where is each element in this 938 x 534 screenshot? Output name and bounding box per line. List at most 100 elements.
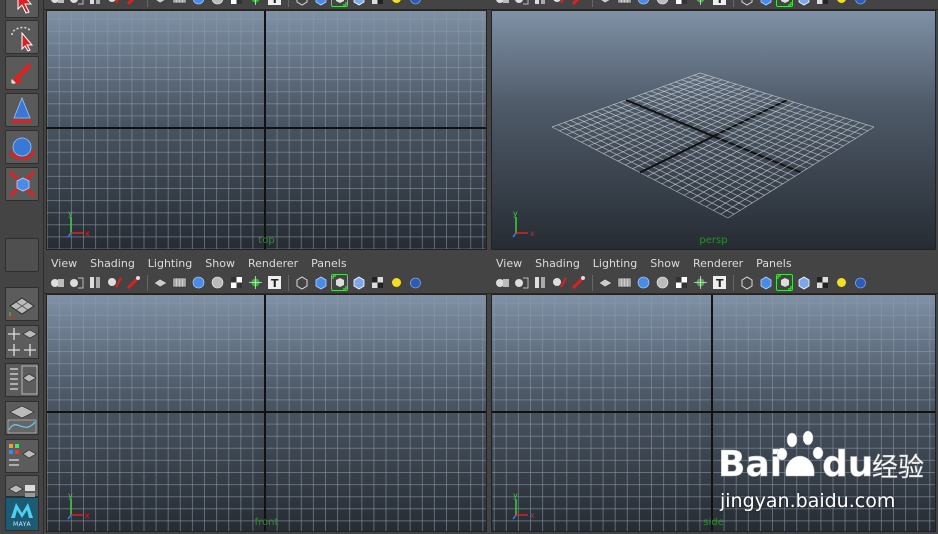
xray-cube-button[interactable] [350,274,367,291]
wireframe-cube-button[interactable] [738,0,755,7]
film-gate-button[interactable] [616,0,633,7]
checker-ball-button[interactable] [369,274,386,291]
default-light-button[interactable] [833,274,850,291]
wireframe-sphere-button[interactable] [654,0,671,7]
texture-checker-button[interactable] [673,0,690,7]
camera-button[interactable] [49,274,66,291]
menu-panels[interactable]: Panels [311,257,346,270]
shaded-sphere-button[interactable] [190,274,207,291]
menu-show[interactable]: Show [650,257,680,270]
wireframe-cube-button[interactable] [738,274,755,291]
checker-ball-button[interactable] [814,274,831,291]
image-plane-button[interactable] [551,0,568,7]
graph-editor-layout-button[interactable] [5,401,39,435]
smooth-shade-cube-button[interactable] [312,0,329,7]
menu-shading[interactable]: Shading [90,257,135,270]
grid-toggle-button[interactable] [597,274,614,291]
default-light-button[interactable] [388,0,405,7]
lights-button[interactable] [692,274,709,291]
single-perspective-layout-button[interactable] [5,287,39,321]
wireframe-cube-button[interactable] [293,274,310,291]
grid-toggle-button[interactable] [597,0,614,7]
menu-view[interactable]: View [496,257,522,270]
text-button[interactable]: T [711,274,728,291]
lights-button[interactable] [247,274,264,291]
high-quality-button[interactable] [407,274,424,291]
scale-tool-button[interactable] [5,167,39,201]
menu-renderer[interactable]: Renderer [693,257,743,270]
bookmark-button[interactable] [532,0,549,7]
image-plane-button[interactable] [106,0,123,7]
high-quality-button[interactable] [852,0,869,7]
hypershade-layout-button[interactable] [5,439,39,473]
lights-button[interactable] [247,0,264,7]
two-d-pan-button[interactable] [570,274,587,291]
camera-attributes-button[interactable] [68,0,85,7]
camera-attributes-button[interactable] [68,274,85,291]
shaded-sphere-button[interactable] [635,274,652,291]
menu-lighting[interactable]: Lighting [593,257,637,270]
film-gate-button[interactable] [616,274,633,291]
viewport-front[interactable]: y x front [46,294,487,532]
text-button[interactable]: T [711,0,728,7]
two-d-pan-button[interactable] [125,274,142,291]
checker-ball-button[interactable] [369,0,386,7]
xray-cube-button[interactable] [795,0,812,7]
smooth-shade-cube-button[interactable] [757,274,774,291]
viewport-persp[interactable]: y x persp [491,10,936,250]
film-gate-button[interactable] [171,274,188,291]
move-tool-button[interactable] [5,93,39,127]
viewport-top[interactable]: y x top [46,10,487,250]
camera-button[interactable] [49,0,66,7]
render-view-layout-button[interactable] [5,475,39,499]
lights-button[interactable] [692,0,709,7]
grid-toggle-button[interactable] [152,0,169,7]
two-d-pan-button[interactable] [125,0,142,7]
isolate-select-button[interactable] [776,274,793,291]
checker-ball-button[interactable] [814,0,831,7]
menu-shading[interactable]: Shading [535,257,580,270]
texture-checker-button[interactable] [228,0,245,7]
wireframe-cube-button[interactable] [293,0,310,7]
image-plane-button[interactable] [106,274,123,291]
lasso-tool-button[interactable] [5,20,39,54]
camera-attributes-button[interactable] [513,274,530,291]
isolate-select-button[interactable] [331,274,348,291]
wireframe-sphere-button[interactable] [209,0,226,7]
shaded-sphere-button[interactable] [190,0,207,7]
four-view-layout-button[interactable] [5,325,39,359]
texture-checker-button[interactable] [673,274,690,291]
default-light-button[interactable] [388,274,405,291]
isolate-select-button[interactable] [331,0,348,7]
high-quality-button[interactable] [407,0,424,7]
xray-cube-button[interactable] [350,0,367,7]
menu-renderer[interactable]: Renderer [248,257,298,270]
shaded-sphere-button[interactable] [635,0,652,7]
rotate-tool-button[interactable] [5,130,39,164]
text-button[interactable]: T [266,0,283,7]
menu-panels[interactable]: Panels [756,257,791,270]
text-button[interactable]: T [266,274,283,291]
last-tool-slot-button[interactable] [5,238,39,272]
default-light-button[interactable] [833,0,850,7]
smooth-shade-cube-button[interactable] [757,0,774,7]
wireframe-sphere-button[interactable] [209,274,226,291]
select-tool-button[interactable] [5,0,39,18]
bookmark-button[interactable] [87,274,104,291]
smooth-shade-cube-button[interactable] [312,274,329,291]
bookmark-button[interactable] [532,274,549,291]
outliner-persp-layout-button[interactable] [5,363,39,397]
menu-show[interactable]: Show [205,257,235,270]
texture-checker-button[interactable] [228,274,245,291]
two-d-pan-button[interactable] [570,0,587,7]
high-quality-button[interactable] [852,274,869,291]
grid-toggle-button[interactable] [152,274,169,291]
image-plane-button[interactable] [551,274,568,291]
isolate-select-button[interactable] [776,0,793,7]
xray-cube-button[interactable] [795,274,812,291]
menu-lighting[interactable]: Lighting [148,257,192,270]
wireframe-sphere-button[interactable] [654,274,671,291]
bookmark-button[interactable] [87,0,104,7]
paint-select-tool-button[interactable] [5,56,39,90]
camera-attributes-button[interactable] [513,0,530,7]
